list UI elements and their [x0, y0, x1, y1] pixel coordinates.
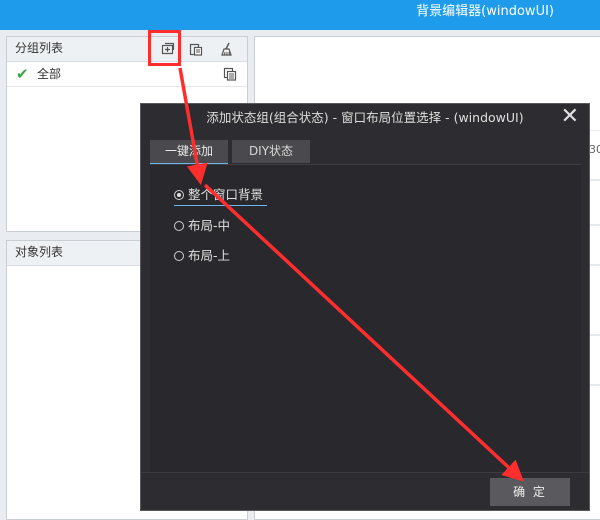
annotation-arrows — [178, 67, 524, 482]
arrow-to-ok — [203, 183, 524, 482]
arrow-to-option — [178, 67, 208, 186]
